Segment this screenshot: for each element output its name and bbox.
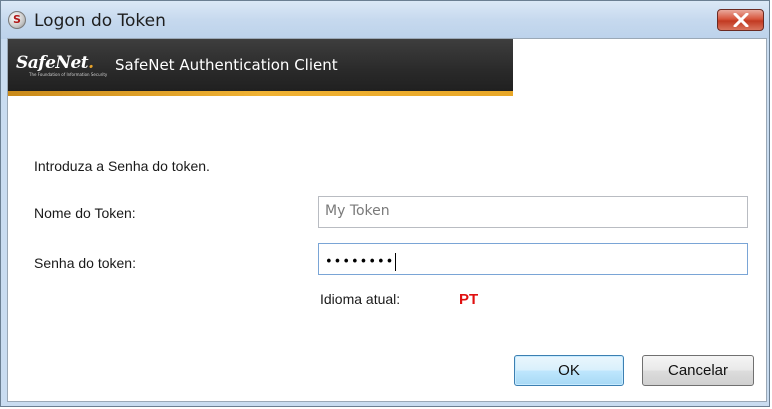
password-label: Senha do token: — [34, 255, 136, 271]
logo-tagline: The Foundation of Information Security — [29, 72, 108, 77]
language-label: Idioma atual: — [320, 291, 401, 307]
logo-text: SafeNet — [16, 53, 89, 73]
text-caret — [395, 253, 397, 271]
safenet-logo: SafeNet. The Foundation of Information S… — [16, 53, 107, 79]
token-name-label: Nome do Token: — [34, 205, 136, 221]
token-name-field[interactable]: My Token — [318, 196, 748, 228]
language-value: PT — [459, 291, 479, 308]
password-dots: •••••••• — [325, 254, 395, 270]
ok-button[interactable]: OK — [514, 355, 624, 386]
cancel-button[interactable]: Cancelar — [642, 355, 754, 386]
logon-dialog: S Logon do Token SafeNet. The Foundation… — [0, 0, 770, 407]
safenet-banner: SafeNet. The Foundation of Information S… — [8, 39, 513, 91]
instruction-text: Introduza a Senha do token. — [34, 158, 210, 174]
logo-dot: . — [88, 53, 94, 73]
password-input[interactable]: •••••••• — [318, 243, 748, 275]
close-icon — [733, 13, 749, 27]
window-title: Logon do Token — [34, 11, 166, 31]
app-icon-letter: S — [13, 13, 21, 26]
close-button[interactable] — [717, 9, 764, 31]
banner-accent-stripe — [8, 91, 513, 96]
title-bar[interactable]: S Logon do Token — [1, 1, 769, 39]
banner-title: SafeNet Authentication Client — [115, 56, 338, 74]
safenet-app-icon: S — [8, 11, 26, 29]
dialog-body: SafeNet. The Foundation of Information S… — [7, 38, 767, 402]
